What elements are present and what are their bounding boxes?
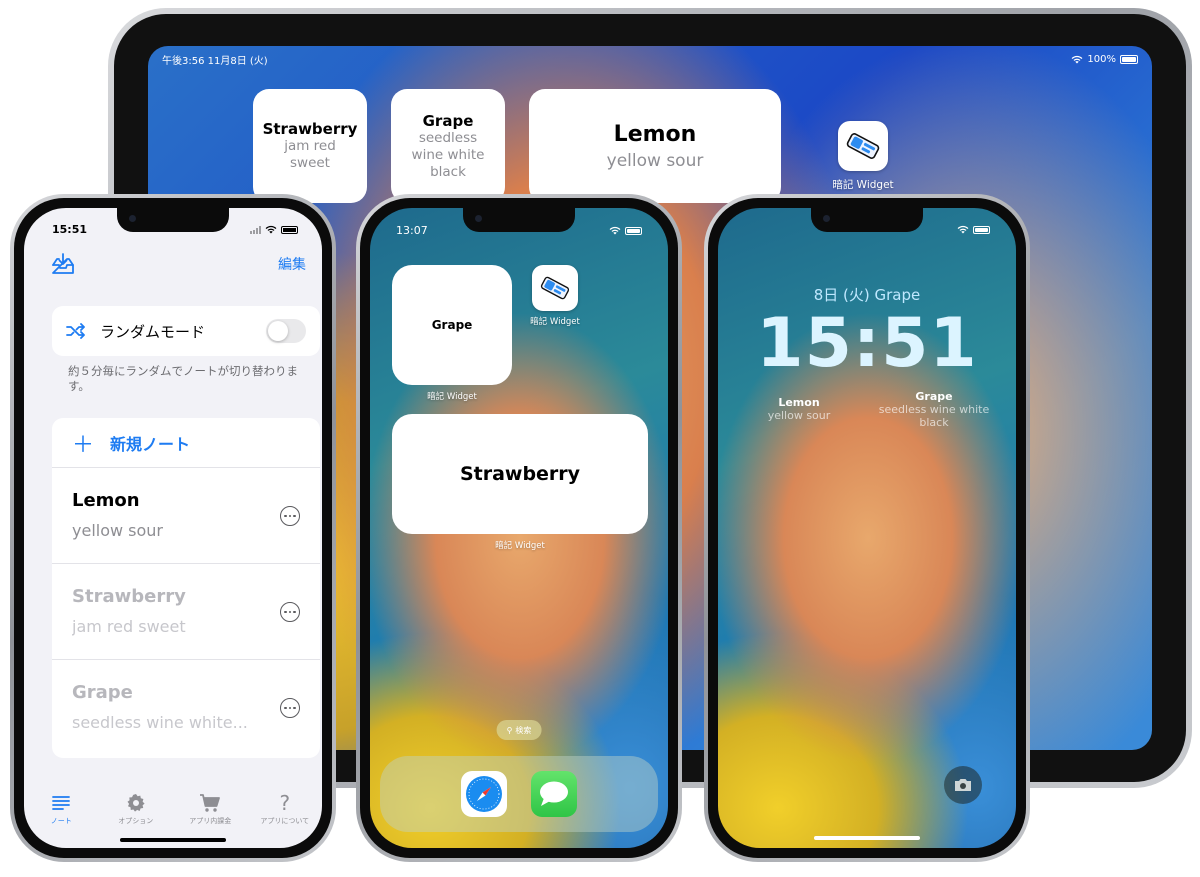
- tray-download-icon: [52, 253, 74, 274]
- widget-title: Grape: [422, 111, 474, 130]
- status-time: 15:51: [52, 223, 88, 236]
- note-subtitle: jam red sweet: [72, 617, 186, 636]
- home-screen: 13:07 Grape 暗記 Widget 暗記 Widget Strawber…: [370, 208, 668, 848]
- tab-notes[interactable]: ノート: [29, 792, 93, 848]
- status-time: 13:07: [396, 224, 428, 237]
- lock-widget-grape[interactable]: Grape seedless wine white black: [874, 390, 994, 429]
- battery-icon: [281, 225, 298, 234]
- safari-icon[interactable]: [461, 771, 507, 817]
- new-note-label: 新規ノート: [110, 434, 191, 454]
- widget-subtitle: seedless wine white black: [411, 129, 485, 180]
- memory-widget-app-icon: [540, 276, 570, 300]
- camera-button[interactable]: [944, 766, 982, 804]
- tab-about[interactable]: ? アプリについて: [253, 791, 317, 848]
- lock-date: 8日 (火) Grape: [813, 286, 921, 304]
- wifi-icon: [609, 226, 621, 235]
- plus-icon: ＋: [72, 432, 95, 458]
- shuffle-icon: [66, 323, 85, 339]
- home-app-icon[interactable]: [532, 265, 578, 311]
- widget-subtitle: yellow sour: [606, 150, 704, 171]
- notch: [811, 208, 923, 232]
- note-title: Grape: [72, 682, 133, 703]
- app-screen: 15:51 編集 ランダムモード 約５分毎にランダムでノートが切り替わります。 …: [24, 208, 322, 848]
- ipad-widget-strawberry[interactable]: Strawberry jam red sweet: [253, 89, 367, 203]
- messages-icon[interactable]: [531, 771, 577, 817]
- small-widget-grape[interactable]: Grape: [392, 265, 512, 385]
- widget-title: Strawberry: [459, 463, 581, 485]
- tab-label: アプリ内課金: [189, 817, 232, 825]
- more-options-icon[interactable]: [280, 602, 300, 622]
- status-bar: [957, 225, 990, 234]
- iphone-app: 15:51 編集 ランダムモード 約５分毎にランダムでノートが切り替わります。 …: [10, 194, 336, 862]
- import-button[interactable]: [50, 252, 76, 276]
- wifi-icon: [1072, 55, 1083, 63]
- random-mode-toggle[interactable]: [266, 319, 306, 343]
- widget-title: Grape: [915, 390, 953, 403]
- wifi-icon: [957, 225, 969, 234]
- ipad-status-bar: 午後3:56 11月8日 (火) 100%: [162, 52, 1138, 67]
- home-indicator: [814, 836, 920, 840]
- ipad-widget-lemon[interactable]: Lemon yellow sour: [529, 89, 781, 203]
- note-subtitle: yellow sour: [72, 521, 164, 540]
- home-indicator: [120, 838, 226, 842]
- tab-label: アプリについて: [260, 817, 310, 825]
- widget-label: 暗記 Widget: [427, 392, 477, 402]
- widget-subtitle: yellow sour: [767, 409, 831, 422]
- note-row-lemon[interactable]: Lemon yellow sour: [52, 468, 320, 564]
- search-icon: ⚲: [506, 725, 513, 735]
- random-mode-footnote: 約５分毎にランダムでノートが切り替わります。: [68, 364, 298, 393]
- widget-title: Strawberry: [262, 120, 358, 138]
- random-mode-row: ランダムモード: [52, 306, 320, 356]
- more-options-icon[interactable]: [280, 506, 300, 526]
- stage: 午後3:56 11月8日 (火) 100% Strawberry jam red…: [0, 0, 1200, 877]
- gear-icon: [127, 794, 145, 812]
- list-icon: [52, 796, 71, 810]
- battery-icon: [973, 225, 990, 234]
- new-note-button[interactable]: ＋ 新規ノート: [52, 418, 320, 468]
- widget-label: 暗記 Widget: [495, 541, 545, 551]
- notes-list: ＋ 新規ノート Lemon yellow sour Strawberry jam…: [52, 418, 320, 758]
- battery-icon: [1120, 54, 1138, 64]
- camera-icon: [955, 779, 971, 791]
- notch: [463, 208, 575, 232]
- search-pill[interactable]: ⚲ 検索: [496, 720, 542, 740]
- memory-widget-app-icon: [846, 133, 880, 159]
- widget-subtitle: seedless wine white black: [878, 403, 990, 429]
- app-label: 暗記 Widget: [530, 317, 580, 327]
- lock-widget-lemon[interactable]: Lemon yellow sour: [764, 396, 834, 422]
- iphone-home-screen: 13:07 Grape 暗記 Widget 暗記 Widget Strawber…: [356, 194, 682, 862]
- widget-subtitle: jam red sweet: [284, 138, 336, 171]
- iphone-lock-screen: 8日 (火) Grape 15:51 Lemon yellow sour Gra…: [704, 194, 1030, 862]
- ipad-widget-grape[interactable]: Grape seedless wine white black: [391, 89, 505, 203]
- note-title: Strawberry: [72, 586, 186, 607]
- widget-title: Grape: [431, 318, 473, 332]
- wifi-icon: [265, 225, 277, 234]
- medium-widget-strawberry[interactable]: Strawberry: [392, 414, 648, 534]
- note-row-grape[interactable]: Grape seedless wine white...: [52, 660, 320, 752]
- notch: [117, 208, 229, 232]
- search-label: 検索: [515, 725, 532, 735]
- battery-icon: [625, 226, 642, 235]
- tab-label: ノート: [50, 817, 72, 825]
- random-mode-label: ランダムモード: [100, 322, 206, 341]
- signal-icon: [250, 225, 261, 234]
- question-icon: ?: [279, 791, 291, 815]
- note-subtitle: seedless wine white...: [72, 713, 248, 732]
- widget-title: Lemon: [613, 121, 697, 147]
- ipad-status-time: 午後3:56 11月8日 (火): [162, 56, 268, 67]
- lock-time: 15:51: [756, 304, 978, 383]
- edit-button[interactable]: 編集: [278, 254, 306, 274]
- ipad-battery-percent: 100%: [1087, 53, 1116, 65]
- ipad-app-icon[interactable]: [838, 121, 888, 171]
- dock: [380, 756, 658, 832]
- tab-label: オプション: [118, 817, 154, 825]
- more-options-icon[interactable]: [280, 698, 300, 718]
- note-title: Lemon: [72, 490, 140, 511]
- widget-title: Lemon: [778, 396, 820, 409]
- lock-screen: 8日 (火) Grape 15:51 Lemon yellow sour Gra…: [718, 208, 1016, 848]
- cart-icon: [200, 794, 221, 812]
- note-row-strawberry[interactable]: Strawberry jam red sweet: [52, 564, 320, 660]
- ipad-app-label: 暗記 Widget: [832, 179, 894, 191]
